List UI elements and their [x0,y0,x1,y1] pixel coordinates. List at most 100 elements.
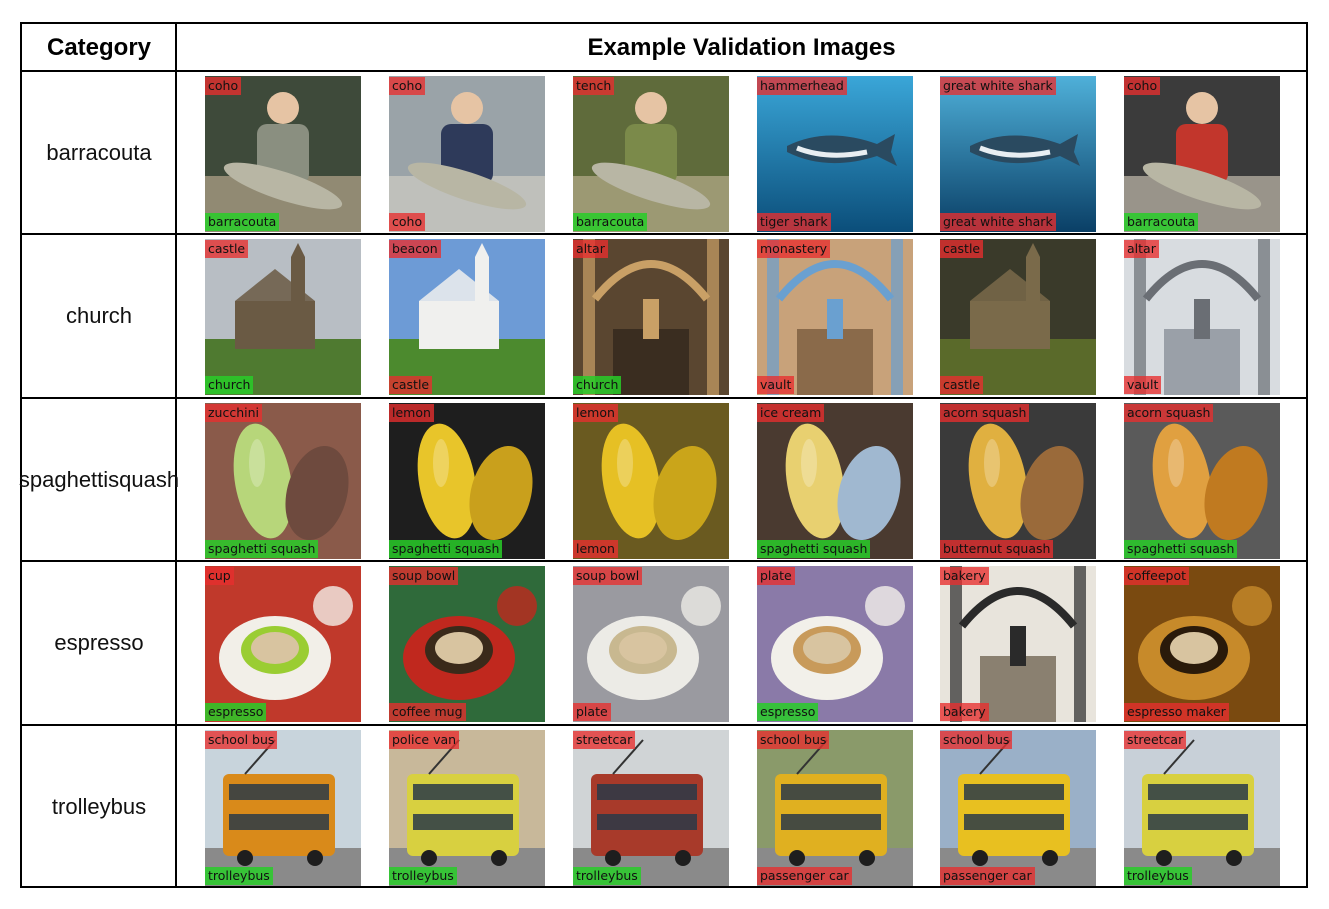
image-thumbnail [940,566,1096,722]
bottom-prediction-label: vault [1124,376,1162,394]
top-prediction-label: acorn squash [1124,404,1214,422]
bottom-prediction-label: coho [389,213,426,231]
image-thumbnail [940,403,1096,559]
category-column-header: Category [46,33,152,61]
bottom-prediction-label: tiger shark [757,213,831,231]
image-thumbnail [389,403,545,559]
top-prediction-label: castle [205,240,249,258]
validation-image: monastery vault [757,239,913,395]
top-prediction-label: streetcar [1124,731,1187,749]
validation-image: soup bowl coffee mug [389,566,545,722]
figure-table: Category Example Validation Images barra… [18,22,1308,888]
top-prediction-label: police van [389,731,460,749]
top-prediction-label: school bus [940,731,1013,749]
bottom-prediction-label: espresso [757,703,819,721]
bottom-prediction-label: trolleybus [1124,867,1192,885]
image-thumbnail [1124,239,1280,395]
image-thumbnail [389,76,545,232]
top-prediction-label: coho [205,77,242,95]
category-cell: trolleybus [22,726,176,888]
category-label: trolleybus [51,794,147,820]
image-thumbnail [205,566,361,722]
image-thumbnail [573,403,729,559]
validation-image: soup bowl plate [573,566,729,722]
validation-image: castle church [205,239,361,395]
bottom-prediction-label: trolleybus [573,867,641,885]
category-cell: barracouta [22,72,176,234]
top-prediction-label: streetcar [573,731,636,749]
bottom-prediction-label: vault [757,376,795,394]
image-thumbnail [757,239,913,395]
image-thumbnail [757,403,913,559]
validation-image: police van trolleybus [389,730,545,886]
category-cell: church [22,235,176,397]
top-prediction-label: cup [205,567,234,585]
validation-image: streetcar trolleybus [573,730,729,886]
bottom-prediction-label: spaghetti squash [757,540,871,558]
top-prediction-label: soup bowl [573,567,643,585]
image-thumbnail [1124,730,1280,886]
bottom-prediction-label: barracouta [1124,213,1199,231]
bottom-prediction-label: passenger car [757,867,852,885]
validation-image: coho barracouta [1124,76,1280,232]
category-label-line: squash [108,467,180,493]
category-cell: espresso [22,562,176,724]
row-divider [22,233,1306,235]
image-thumbnail [573,239,729,395]
validation-image: acorn squash butternut squash [940,403,1096,559]
top-prediction-label: school bus [757,731,830,749]
top-prediction-label: great white shark [940,77,1056,95]
category-label: barracouta [46,140,152,166]
row-divider [22,397,1306,399]
category-label: church [65,303,133,329]
bottom-prediction-label: castle [389,376,433,394]
category-label: espresso [54,630,144,656]
top-prediction-label: school bus [205,731,278,749]
image-thumbnail [389,566,545,722]
top-prediction-label: hammerhead [757,77,847,95]
images-column-header: Example Validation Images [587,33,896,61]
top-prediction-label: altar [1124,240,1159,258]
top-prediction-label: altar [573,240,608,258]
top-prediction-label: bakery [940,567,989,585]
category-cell: spaghetti squash [18,399,180,561]
validation-image: cup espresso [205,566,361,722]
bottom-prediction-label: plate [573,703,611,721]
bottom-prediction-label: church [205,376,254,394]
validation-image: coho coho [389,76,545,232]
validation-image: school bus passenger car [757,730,913,886]
image-thumbnail [940,76,1096,232]
image-thumbnail [389,730,545,886]
top-prediction-label: tench [573,77,615,95]
validation-image: zucchini spaghetti squash [205,403,361,559]
image-thumbnail [1124,76,1280,232]
bottom-prediction-label: lemon [573,540,618,558]
bottom-prediction-label: coffee mug [389,703,466,721]
image-thumbnail [205,403,361,559]
validation-image: lemon spaghetti squash [389,403,545,559]
validation-image: bakery bakery [940,566,1096,722]
validation-image: acorn squash spaghetti squash [1124,403,1280,559]
top-prediction-label: coffeepot [1124,567,1189,585]
top-prediction-label: monastery [757,240,831,258]
bottom-prediction-label: castle [940,376,984,394]
validation-image: ice cream spaghetti squash [757,403,913,559]
image-thumbnail [573,76,729,232]
image-thumbnail [757,566,913,722]
top-prediction-label: lemon [573,404,618,422]
top-prediction-label: coho [389,77,426,95]
bottom-prediction-label: espresso maker [1124,703,1229,721]
bottom-prediction-label: spaghetti squash [389,540,503,558]
bottom-prediction-label: barracouta [205,213,280,231]
row-divider [22,724,1306,726]
validation-image: streetcar trolleybus [1124,730,1280,886]
image-thumbnail [205,730,361,886]
image-thumbnail [205,239,361,395]
validation-image: lemon lemon [573,403,729,559]
bottom-prediction-label: espresso [205,703,267,721]
category-label-line: spaghetti [18,467,109,493]
bottom-prediction-label: butternut squash [940,540,1054,558]
validation-image: altar vault [1124,239,1280,395]
image-thumbnail [1124,566,1280,722]
validation-image: coffeepot espresso maker [1124,566,1280,722]
